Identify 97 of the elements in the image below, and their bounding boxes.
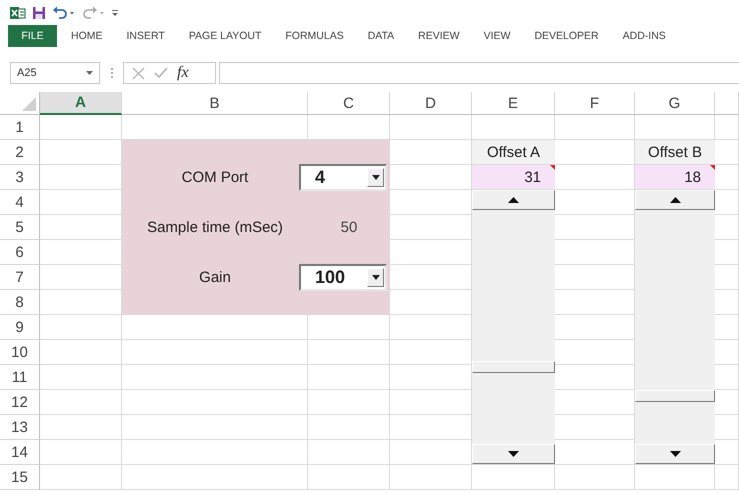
dropdown-field[interactable]: 4 xyxy=(299,164,387,191)
name-box[interactable]: A25 xyxy=(10,62,100,84)
select-all-triangle-icon[interactable] xyxy=(22,97,36,111)
row-header[interactable]: 3 xyxy=(0,165,40,190)
ribbon-tab[interactable]: HOME xyxy=(63,25,110,47)
ribbon-tab[interactable]: FORMULAS xyxy=(277,25,352,47)
row-header[interactable]: 2 xyxy=(0,140,40,165)
ribbon-tab[interactable]: DEVELOPER xyxy=(526,25,607,47)
undo-icon[interactable] xyxy=(52,6,76,20)
spreadsheet-cell[interactable] xyxy=(555,465,635,490)
vertical-scrollbar[interactable] xyxy=(635,190,715,465)
check-icon[interactable] xyxy=(154,67,168,79)
spreadsheet-cell[interactable] xyxy=(390,465,472,490)
column-title-cell: Offset A xyxy=(472,140,555,165)
spreadsheet-cell[interactable] xyxy=(715,115,739,140)
row-header[interactable]: 8 xyxy=(0,290,40,315)
spreadsheet-cell[interactable] xyxy=(308,340,390,365)
dropdown-caret-icon[interactable] xyxy=(372,175,380,180)
dropdown-value: 4 xyxy=(315,167,326,188)
spreadsheet-cell[interactable] xyxy=(308,390,390,415)
row-header[interactable]: 5 xyxy=(0,215,40,240)
vertical-scrollbar[interactable] xyxy=(472,190,555,465)
row-header[interactable]: 12 xyxy=(0,390,40,415)
scroll-down-button[interactable] xyxy=(635,444,715,464)
spreadsheet-cell[interactable] xyxy=(40,115,122,140)
field-label: Sample time (mSec) xyxy=(146,218,284,238)
column-header[interactable]: A xyxy=(40,92,122,115)
row-header[interactable]: 6 xyxy=(0,240,40,265)
spreadsheet-cell[interactable] xyxy=(122,365,308,390)
customize-caret-icon[interactable] xyxy=(112,8,118,16)
column-header[interactable]: G xyxy=(635,92,715,115)
up-arrow-icon xyxy=(508,197,519,203)
redo-icon[interactable] xyxy=(82,6,106,20)
cell-reference: A25 xyxy=(17,67,37,79)
ribbon-tab[interactable]: DATA xyxy=(360,25,402,47)
field-label: Gain xyxy=(198,268,232,288)
spreadsheet-cell[interactable] xyxy=(715,465,739,490)
spreadsheet-cell[interactable] xyxy=(555,115,635,140)
column-header[interactable]: D xyxy=(390,92,472,115)
down-arrow-icon xyxy=(508,451,519,457)
ribbon-tab[interactable]: INSERT xyxy=(118,25,173,47)
row-header[interactable]: 4 xyxy=(0,190,40,215)
spreadsheet-cell[interactable] xyxy=(308,365,390,390)
formula-input[interactable] xyxy=(219,62,739,84)
row-header[interactable]: 11 xyxy=(0,365,40,390)
row-header[interactable]: 1 xyxy=(0,115,40,140)
column-title-cell: Offset B xyxy=(635,140,715,165)
spreadsheet-cell[interactable] xyxy=(40,440,122,465)
offset-value: 31 xyxy=(524,168,541,186)
ribbon-tab[interactable]: PAGE LAYOUT xyxy=(180,25,270,47)
sample-time-value: 50 xyxy=(340,218,358,238)
up-arrow-icon xyxy=(670,197,680,203)
save-icon[interactable] xyxy=(32,6,46,20)
column-header[interactable] xyxy=(715,92,739,115)
dropdown-field[interactable]: 100 xyxy=(299,264,387,291)
spreadsheet-cell[interactable] xyxy=(390,115,472,140)
spreadsheet-cell[interactable] xyxy=(40,465,122,490)
row-header[interactable]: 14 xyxy=(0,440,40,465)
field-label: COM Port xyxy=(180,168,250,188)
column-header[interactable]: C xyxy=(308,92,390,115)
column-header[interactable]: B xyxy=(122,92,308,115)
file-tab[interactable]: FILE xyxy=(8,25,57,47)
row-header[interactable]: 9 xyxy=(0,315,40,340)
spreadsheet-cell[interactable] xyxy=(308,415,390,440)
row-header[interactable]: 15 xyxy=(0,465,40,490)
column-header[interactable]: E xyxy=(472,92,555,115)
dropdown-value: 100 xyxy=(315,267,346,288)
offset-value: 18 xyxy=(684,168,701,186)
spreadsheet-app-icon xyxy=(10,6,26,20)
ribbon-tab[interactable]: ADD-INS xyxy=(614,25,674,47)
spreadsheet-cell[interactable] xyxy=(122,390,308,415)
spreadsheet-cell[interactable] xyxy=(308,465,390,490)
scroll-up-button[interactable] xyxy=(472,190,555,210)
scrollbar-thumb[interactable] xyxy=(472,360,555,373)
column-header[interactable]: F xyxy=(555,92,635,115)
scroll-down-button[interactable] xyxy=(472,444,555,464)
cancel-icon[interactable] xyxy=(132,66,145,80)
spreadsheet-cell[interactable] xyxy=(40,365,122,390)
spreadsheet-cell[interactable] xyxy=(308,440,390,465)
spreadsheet-cell[interactable] xyxy=(122,340,308,365)
spreadsheet-cell[interactable] xyxy=(40,390,122,415)
spreadsheet-cell[interactable] xyxy=(40,415,122,440)
spreadsheet-cell[interactable] xyxy=(122,415,308,440)
scroll-up-button[interactable] xyxy=(635,190,715,210)
spreadsheet-cell[interactable] xyxy=(122,440,308,465)
scrollbar-thumb[interactable] xyxy=(635,390,715,402)
row-header[interactable]: 7 xyxy=(0,265,40,290)
spreadsheet-cell[interactable] xyxy=(40,340,122,365)
insert-function-button[interactable]: fx xyxy=(177,64,189,82)
dropdown-caret-icon[interactable] xyxy=(372,275,380,280)
row-header[interactable]: 10 xyxy=(0,340,40,365)
ribbon-tab[interactable]: VIEW xyxy=(476,25,518,47)
row-header[interactable]: 13 xyxy=(0,415,40,440)
spreadsheet-cell[interactable] xyxy=(122,465,308,490)
ribbon-tab[interactable]: REVIEW xyxy=(410,25,468,47)
down-arrow-icon xyxy=(670,451,680,457)
spreadsheet-cell[interactable] xyxy=(40,315,122,340)
